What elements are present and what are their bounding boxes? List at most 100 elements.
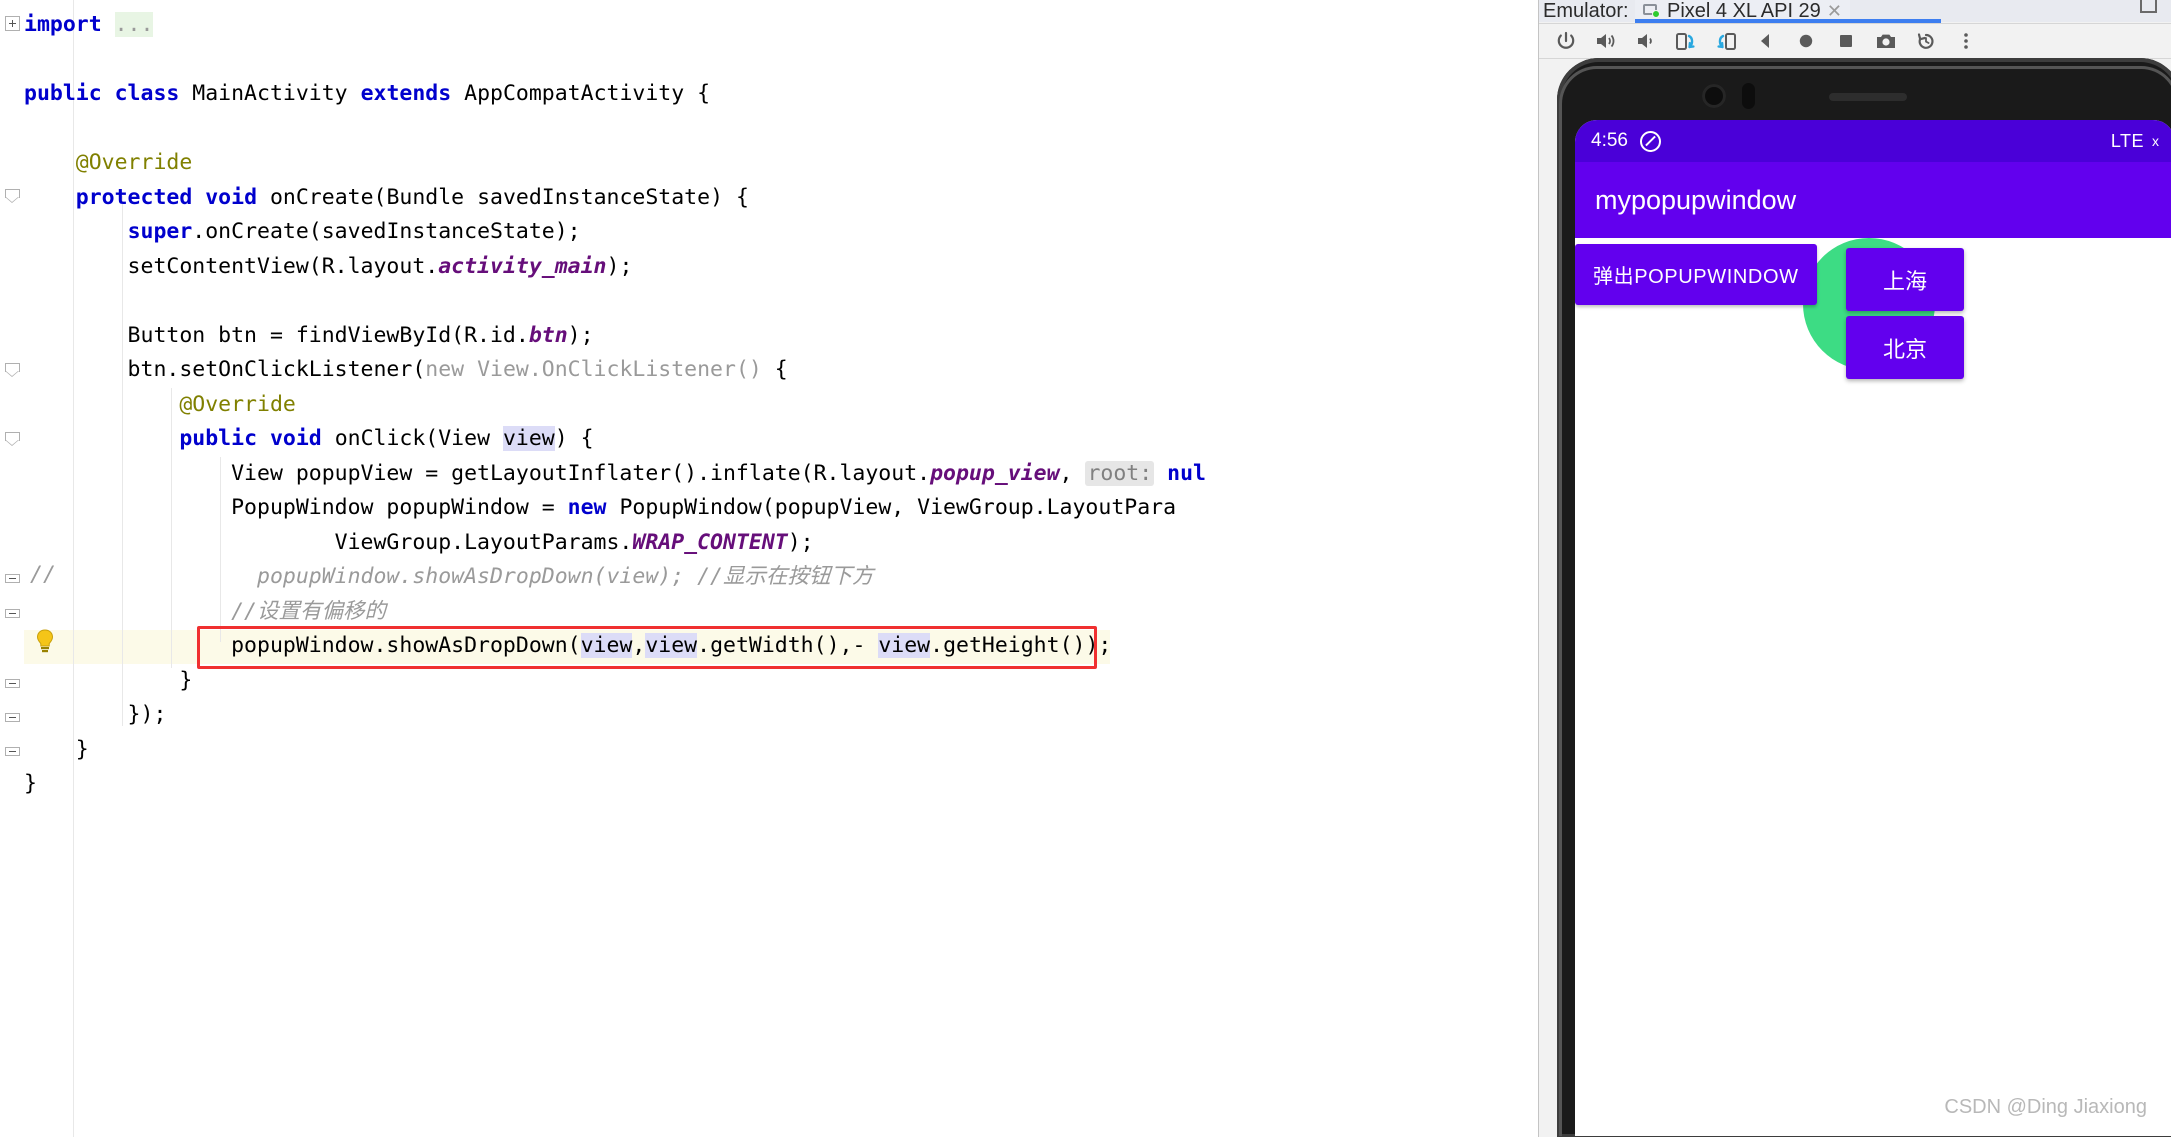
code-token: view [645, 633, 698, 658]
code-token: view [878, 633, 931, 658]
code-token: , [632, 633, 646, 658]
code-token: .getHeight()); [930, 633, 1112, 658]
fold-marker-close3[interactable] [0, 738, 24, 764]
code-token: //设置有偏移的 [24, 598, 386, 624]
code-token: } [24, 736, 89, 762]
code-token: ViewGroup.LayoutParams. [24, 529, 633, 555]
code-token: MainActivity [192, 81, 361, 106]
code-token: ) { [554, 426, 594, 451]
code-token: } [24, 771, 37, 796]
code-token: void [269, 426, 335, 451]
app-content[interactable]: 弹出POPUPWINDOW 上海 北京 [1575, 238, 2171, 1136]
code-token: popupWindow.showAsDropDown( [24, 633, 581, 658]
emulator-tab-bar: Emulator: Pixel 4 XL API 29 ✕ [1539, 0, 2171, 23]
code-token: //显示在按钮下方 [697, 564, 874, 589]
emulator-device-frame[interactable]: 4:56 LTE x mypopupwindow 弹出POPUPWINDOW 上… [1557, 58, 2171, 1137]
code-token: } [24, 667, 193, 693]
code-token: new [567, 495, 620, 520]
code-token: PopupWindow(popupView, ViewGroup.LayoutP… [619, 495, 1177, 520]
android-status-bar: 4:56 LTE x [1575, 120, 2171, 162]
code-editor-pane[interactable]: import ... public class MainActivity ext… [0, 0, 1538, 1137]
code-token: WRAP_CONTENT [632, 529, 788, 555]
code-token: ); [606, 253, 633, 279]
editor-gutter[interactable] [0, 0, 24, 1137]
fold-marker-import[interactable] [0, 10, 24, 36]
fold-marker-oncreate[interactable] [0, 183, 24, 209]
code-token: }); [24, 702, 167, 727]
device-screen[interactable]: 4:56 LTE x mypopupwindow 弹出POPUPWINDOW 上… [1575, 120, 2171, 1136]
code-token: super [127, 219, 193, 244]
app-bar: mypopupwindow [1575, 162, 2171, 238]
code-token: , [1059, 460, 1086, 486]
volume-down-icon[interactable] [1633, 28, 1659, 54]
code-token: .onCreate(savedInstanceState); [192, 219, 581, 244]
code-token: ... [114, 12, 154, 37]
fold-marker-listener[interactable] [0, 357, 24, 383]
code-token: PopupWindow popupWindow = [24, 495, 568, 520]
back-icon[interactable] [1753, 28, 1779, 54]
code-token: Button btn = findViewById(R.id. [24, 322, 529, 348]
power-icon[interactable] [1553, 28, 1579, 54]
fold-marker-comment[interactable] [0, 565, 24, 591]
code-token: onCreate(Bundle savedInstanceState) { [269, 184, 749, 210]
code-token: @Override [24, 391, 296, 417]
app-bar-title: mypopupwindow [1595, 184, 1797, 215]
do-not-disturb-icon [1639, 130, 1661, 152]
code-token: ); [567, 322, 594, 348]
device-icon [1643, 3, 1661, 19]
code-token: @Override [24, 150, 193, 175]
code-token: popupWindow.showAsDropDown(view); [24, 564, 698, 589]
code-token: setContentView(R.layout. [24, 253, 439, 279]
status-network: LTE [2110, 130, 2144, 151]
code-token: class [114, 81, 193, 106]
code-token: btn.setOnClickListener( [24, 357, 426, 382]
close-icon[interactable]: ✕ [1827, 2, 1842, 20]
screenshot-root: import ... public class MainActivity ext… [0, 0, 2171, 1137]
code-token: root: [1085, 460, 1155, 486]
code-token: ); [787, 529, 814, 555]
code-token: public [179, 426, 270, 451]
code-token: View.OnClickListener() [477, 357, 775, 382]
sensor-icon [1742, 83, 1755, 109]
code-token: nul [1167, 460, 1206, 486]
popup-item-beijing[interactable]: 北京 [1846, 316, 1964, 379]
code-token: onClick(View [334, 426, 503, 451]
emulator-tool-window[interactable]: Emulator: Pixel 4 XL API 29 ✕ 4:56 LTE x… [1538, 0, 2171, 1137]
code-token: { [774, 357, 788, 382]
camera-icon [1702, 84, 1726, 108]
emulator-panel-label: Emulator: [1543, 0, 1629, 22]
code-token: new [425, 357, 478, 382]
watermark-text: CSDN @Ding Jiaxiong [1944, 1096, 2147, 1118]
emulator-toolbar[interactable] [1539, 23, 2171, 59]
fold-marker-comment2[interactable] [0, 600, 24, 626]
fold-marker-close2[interactable] [0, 704, 24, 730]
more-icon[interactable] [1953, 28, 1979, 54]
code-token: .getWidth(),- [697, 633, 879, 658]
code-token: btn [528, 322, 568, 348]
code-token: import [24, 12, 115, 37]
code-token: view [502, 426, 555, 451]
volume-up-icon[interactable] [1593, 28, 1619, 54]
popup-trigger-button[interactable]: 弹出POPUPWINDOW [1575, 244, 1817, 305]
fold-marker-onclick[interactable] [0, 426, 24, 452]
status-time: 4:56 [1591, 130, 1628, 151]
code-token: protected [75, 184, 206, 210]
snapshot-icon[interactable] [1913, 28, 1939, 54]
status-right-group: LTE x [2111, 131, 2159, 152]
popup-item-shanghai[interactable]: 上海 [1846, 248, 1964, 311]
code-token: activity_main [438, 253, 607, 279]
code-token: void [205, 184, 270, 210]
screenshot-icon[interactable] [1873, 28, 1899, 54]
code-token: popup_view [930, 460, 1060, 486]
overview-icon[interactable] [1833, 28, 1859, 54]
maximize-icon[interactable] [2140, 0, 2162, 20]
rotate-right-icon[interactable] [1713, 28, 1739, 54]
fold-marker-close1[interactable] [0, 670, 24, 696]
home-icon[interactable] [1793, 28, 1819, 54]
rotate-left-icon[interactable] [1673, 28, 1699, 54]
source-code[interactable]: import ... public class MainActivity ext… [24, 8, 1206, 802]
code-token: view [580, 633, 633, 658]
